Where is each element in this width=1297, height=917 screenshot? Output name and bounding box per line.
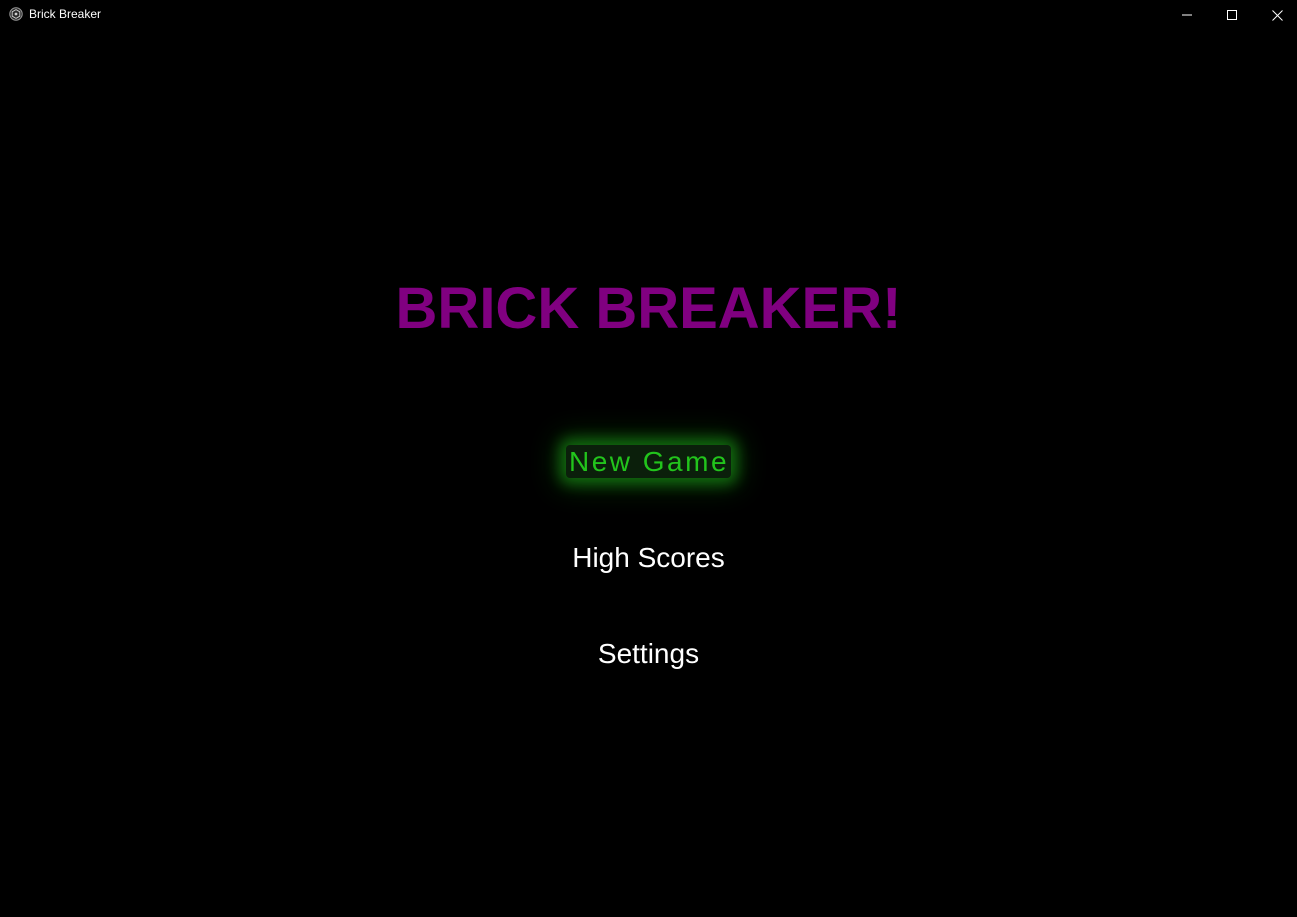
maximize-button[interactable]	[1209, 0, 1255, 30]
minimize-button[interactable]	[1164, 0, 1210, 30]
high-scores-button[interactable]: High Scores	[572, 541, 725, 575]
minimize-icon	[1182, 10, 1192, 20]
menu-new-game-item[interactable]: New Game	[0, 445, 1297, 479]
app-icon	[9, 7, 23, 21]
close-button[interactable]	[1254, 0, 1297, 30]
title-bar[interactable]: Brick Breaker	[0, 0, 1297, 30]
maximize-icon	[1227, 10, 1237, 20]
menu-high-scores-item[interactable]: High Scores	[0, 541, 1297, 575]
menu-settings-item[interactable]: Settings	[0, 637, 1297, 671]
close-icon	[1271, 9, 1283, 21]
game-window: Brick Breaker BRICK BREAKER! New Game Hi…	[0, 0, 1297, 917]
settings-button[interactable]: Settings	[598, 637, 699, 671]
window-title: Brick Breaker	[29, 7, 102, 21]
game-title: BRICK BREAKER!	[395, 276, 902, 341]
new-game-button[interactable]: New Game	[565, 445, 732, 478]
